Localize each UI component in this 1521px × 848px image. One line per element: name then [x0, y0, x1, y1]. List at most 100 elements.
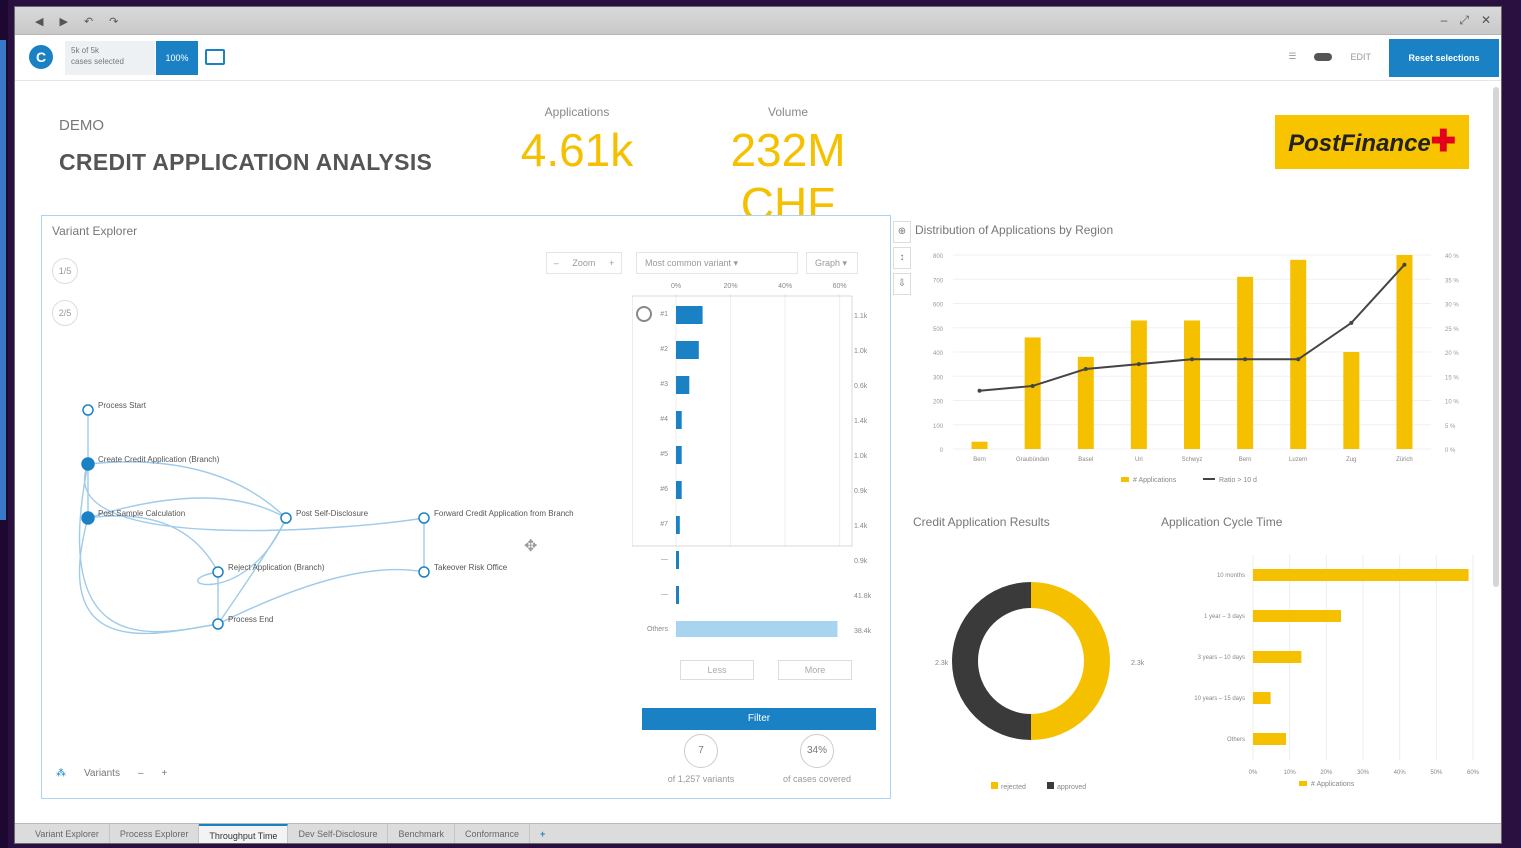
maximize-icon[interactable]: ⤢: [1459, 13, 1469, 28]
x-tick: 20%: [1320, 770, 1333, 776]
screen-icon[interactable]: [205, 49, 225, 65]
bar: [1253, 692, 1271, 704]
edit-toggle[interactable]: [1314, 52, 1333, 61]
legend-label: rejected: [1001, 784, 1026, 791]
graph-node-label: Post Sample Calculation: [98, 509, 185, 518]
results-chart-title: Credit Application Results: [913, 515, 1050, 529]
graph-node: [81, 457, 95, 471]
menu-icon[interactable]: ☰: [1288, 51, 1296, 62]
selection-status[interactable]: 5k of 5k cases selected: [65, 41, 155, 75]
bar: [1253, 733, 1286, 745]
variant-dropdown-value: Most common variant: [645, 258, 732, 268]
variant-dropdown[interactable]: Most common variant ▾: [636, 252, 798, 274]
legend-label: # Applications: [1311, 781, 1355, 788]
app-logo: C: [29, 45, 53, 69]
brand-name: PostFinance: [1288, 130, 1431, 157]
more-button[interactable]: More: [778, 660, 852, 680]
variant-count: 1.4k: [854, 418, 868, 425]
ratio-point: [977, 388, 982, 393]
reset-selections-button[interactable]: Reset selections: [1389, 39, 1499, 77]
forward-icon[interactable]: ▶: [59, 15, 67, 28]
download-icon[interactable]: ⇩: [893, 273, 911, 295]
percent-button[interactable]: 100%: [156, 41, 198, 75]
graph-node-label: Reject Application (Branch): [228, 563, 325, 572]
bar: [1237, 276, 1254, 449]
add-tab-button[interactable]: +: [530, 824, 555, 843]
y2-tick: 20 %: [1445, 351, 1459, 357]
sheet-tabs: Variant Explorer Process Explorer Throug…: [15, 823, 1501, 843]
ratio-point: [1349, 320, 1354, 325]
variant-count: 0.9k: [854, 488, 868, 495]
variant-label: —: [661, 591, 668, 598]
graph-edge: [196, 517, 287, 586]
x-tick: 10%: [1284, 770, 1297, 776]
coverage-label: of cases covered: [782, 774, 852, 784]
tab-variant-explorer[interactable]: Variant Explorer: [25, 824, 110, 843]
filter-button[interactable]: Filter: [642, 708, 876, 730]
graph-nodes: Process Start Create Credit Application (…: [81, 401, 574, 630]
ratio-point: [1030, 383, 1035, 388]
close-icon[interactable]: ✕: [1481, 13, 1491, 28]
x-tick: Schwyz: [1182, 457, 1203, 463]
x-tick: 0%: [1249, 770, 1258, 776]
tab-process-explorer[interactable]: Process Explorer: [110, 824, 200, 843]
ratio-point: [1083, 366, 1088, 371]
legend-label: # Applications: [1133, 477, 1177, 484]
less-button[interactable]: Less: [680, 660, 754, 680]
graph-node: [212, 566, 224, 578]
graph-node-label: Post Self-Disclosure: [296, 509, 369, 518]
y-tick: 400: [933, 351, 944, 357]
x-tick: Luzern: [1289, 457, 1307, 463]
variants-footer: ⁂ Variants – +: [56, 768, 167, 779]
variant-label: #1: [660, 311, 668, 318]
bar: [1253, 610, 1341, 622]
variant-label: Others: [647, 626, 669, 633]
dashboard-header: DEMO CREDIT APPLICATION ANALYSIS Applica…: [15, 81, 1501, 230]
x-tick: 60%: [1467, 770, 1480, 776]
tab-conformance[interactable]: Conformance: [455, 824, 531, 843]
bar: [1130, 320, 1147, 449]
graph-edge: [83, 463, 425, 532]
x-tick: 50%: [1430, 770, 1443, 776]
target-icon[interactable]: ⊕: [893, 221, 911, 243]
variant-count: 38.4k: [854, 628, 872, 635]
variant-label: #6: [660, 486, 668, 493]
variant-bars: 0% 20% 40% 60% #1 1.1k #2 1.0k #3 0.6k #4 1.4k #5 1.0…: [632, 283, 872, 637]
variants-minus-button[interactable]: –: [138, 768, 144, 779]
tab-dev-self-disclosure[interactable]: Dev Self-Disclosure: [288, 824, 389, 843]
tab-throughput-time[interactable]: Throughput Time: [199, 824, 289, 843]
legend-label: approved: [1057, 784, 1086, 791]
back-icon[interactable]: ◀: [35, 15, 43, 28]
variant-bar: [676, 341, 699, 359]
graph-node-label: Takeover Risk Office: [434, 563, 508, 572]
donut-slice: [1030, 582, 1110, 740]
legend-swatch: [991, 782, 998, 789]
selection-caption: cases selected: [71, 57, 124, 66]
ratio-point: [1136, 362, 1141, 367]
bar: [1253, 569, 1469, 581]
minimize-icon[interactable]: –: [1441, 13, 1448, 28]
y2-tick: 10 %: [1445, 400, 1459, 406]
variant-label: #4: [660, 416, 668, 423]
cycle-chart: 0% 10% 20% 30% 40% 50% 60% 10 months 1 year – 3 …: [1194, 555, 1480, 788]
resize-icon[interactable]: ↕: [893, 247, 911, 269]
legend-swatch: [1299, 781, 1307, 786]
window-controls: – ⤢ ✕: [1441, 13, 1491, 28]
variant-bar: [676, 551, 679, 569]
variant-label: —: [661, 556, 668, 563]
browser-controls: ◀ ▶ ↶ ↷: [35, 15, 118, 28]
variants-plus-button[interactable]: +: [162, 768, 168, 779]
tab-benchmark[interactable]: Benchmark: [388, 824, 456, 843]
graph-node-label: Process End: [228, 615, 273, 624]
scrollbar[interactable]: [1493, 87, 1499, 587]
variant-bar: [676, 376, 690, 394]
title-bar: ◀ ▶ ↶ ↷ – ⤢ ✕: [15, 7, 1501, 35]
graph-dropdown[interactable]: Graph ▾: [806, 252, 858, 274]
y-tick: 500: [933, 327, 944, 333]
kpi-value: 4.61k: [520, 124, 634, 176]
redo-icon[interactable]: ↷: [109, 15, 118, 28]
undo-icon[interactable]: ↶: [84, 15, 93, 28]
move-icon[interactable]: ✥: [524, 536, 537, 556]
brand-cross-icon: ✚: [1430, 125, 1456, 158]
variant-count: 0.6k: [854, 383, 868, 390]
